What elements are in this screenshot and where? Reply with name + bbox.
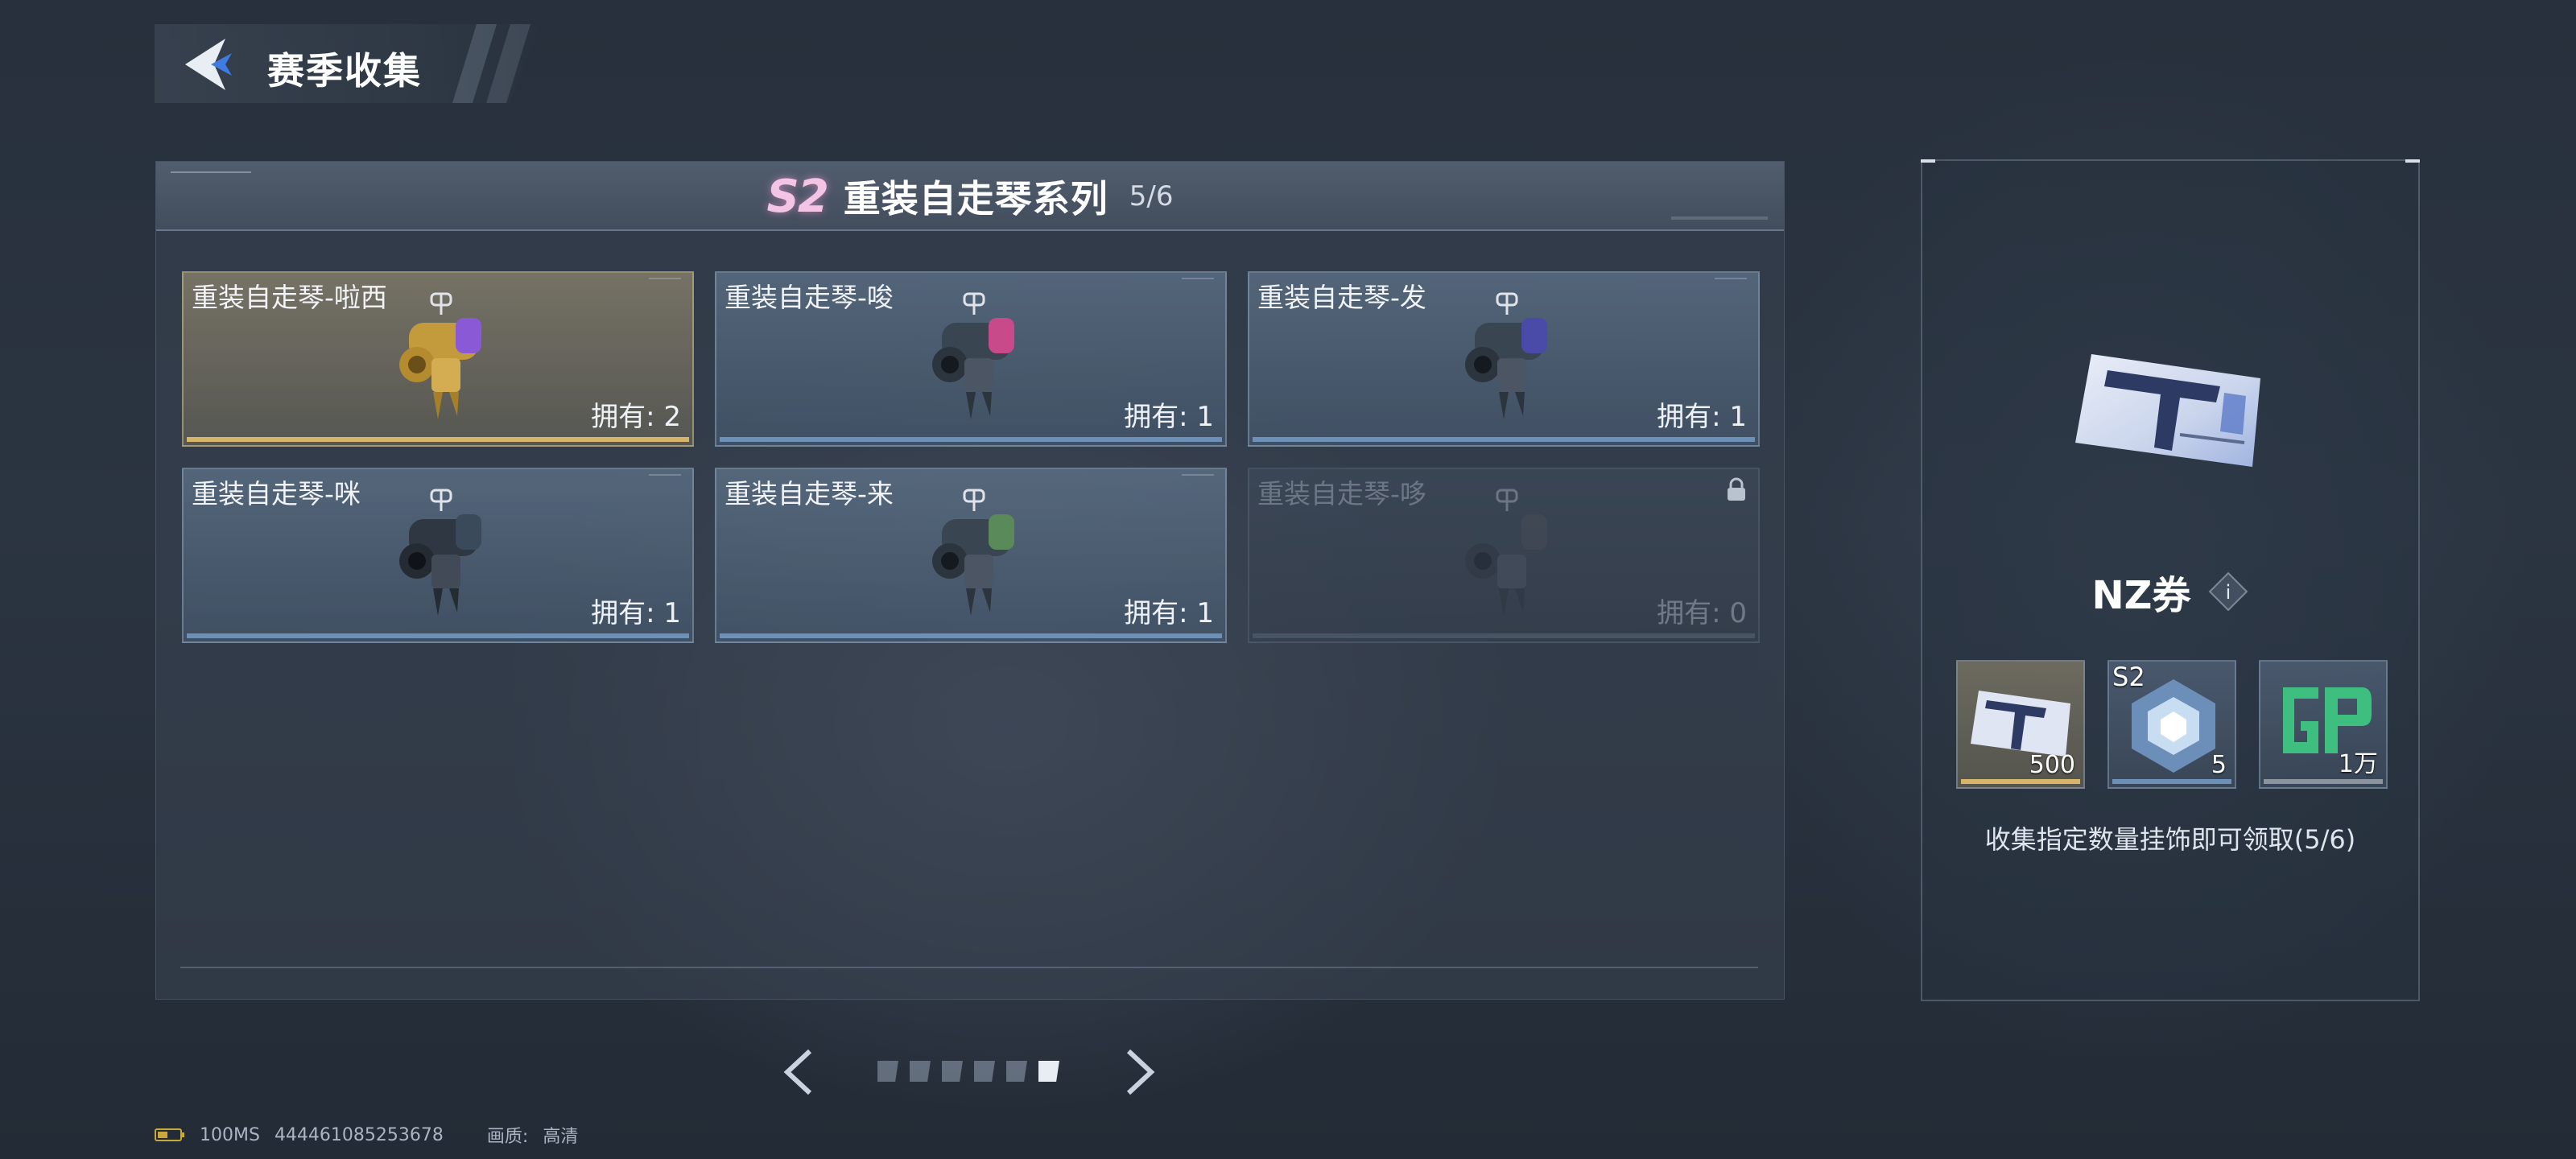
card-name: 重装自走琴-啦西: [192, 282, 387, 313]
lock-icon: [1728, 477, 1745, 501]
reward-quantity: 5: [2211, 751, 2227, 779]
collection-card-locked[interactable]: 重装自走琴-哆 拥有: 0: [1248, 468, 1760, 643]
reward-title-row: NZ券 i: [1922, 563, 2418, 620]
series-progress: 5/6: [1129, 180, 1174, 212]
card-corner-mark: [1182, 278, 1214, 284]
reward-title: NZ券: [2091, 573, 2191, 618]
reward-rarity-bar: [2264, 779, 2383, 784]
player-id: 444461085253678: [274, 1124, 444, 1145]
prev-page-arrow-icon[interactable]: [779, 1046, 818, 1098]
reward-quantity: 1万: [2338, 750, 2378, 778]
season-badge: S2: [766, 170, 828, 223]
battery-icon: [155, 1128, 184, 1141]
robot-charm-icon: [932, 489, 1014, 616]
card-rarity-bar: [1253, 633, 1755, 638]
quality-value: 高清: [543, 1127, 579, 1147]
reward-item[interactable]: S2 5: [2107, 660, 2236, 789]
page-dot[interactable]: [877, 1061, 898, 1082]
robot-charm-icon: [1465, 489, 1547, 616]
robot-charm-icon: [932, 292, 1014, 419]
card-corner-mark: [1715, 278, 1747, 284]
card-count: 拥有: 0: [1657, 597, 1747, 629]
card-rarity-bar: [1253, 437, 1755, 442]
robot-charm-icon: [1465, 292, 1547, 419]
quality-label: 画质:: [486, 1127, 529, 1147]
collection-card[interactable]: 重装自走琴-啦西 拥有: 2: [182, 271, 694, 447]
reward-rarity-bar: [1961, 779, 2080, 784]
card-rarity-bar: [187, 437, 689, 442]
svg-text:i: i: [2226, 581, 2231, 604]
robot-charm-icon: [399, 489, 481, 616]
collection-card[interactable]: 重装自走琴-发 拥有: 1: [1248, 271, 1760, 447]
card-name: 重装自走琴-唆: [724, 282, 894, 313]
card-name: 重装自走琴-发: [1257, 282, 1426, 313]
ping-text: 100MS: [200, 1124, 260, 1145]
card-count: 拥有: 1: [1657, 401, 1747, 433]
info-icon[interactable]: i: [2208, 571, 2248, 612]
card-count: 拥有: 2: [591, 401, 681, 433]
robot-charm-icon: [399, 292, 481, 419]
top-bar: 赛季收集: [155, 24, 541, 103]
next-page-arrow-icon[interactable]: [1121, 1046, 1159, 1098]
card-count: 拥有: 1: [591, 597, 681, 629]
reward-quantity: 500: [2029, 751, 2075, 779]
card-corner-mark: [649, 278, 681, 284]
reward-season-tag: S2: [2112, 662, 2145, 692]
card-count: 拥有: 1: [1124, 597, 1214, 629]
top-bar-stripes-decoration: [452, 24, 530, 103]
page-dot-active[interactable]: [1038, 1061, 1059, 1082]
status-bar: 100MS 444461085253678 画质: 高清: [155, 1122, 578, 1148]
panel-corner-mark: [2405, 159, 2420, 163]
card-name: 重装自走琴-咪: [192, 478, 361, 509]
series-header: S2 重装自走琴系列 5/6: [156, 162, 1784, 231]
back-button[interactable]: [179, 34, 240, 95]
card-count: 拥有: 1: [1124, 401, 1214, 433]
collection-card[interactable]: 重装自走琴-唆 拥有: 1: [715, 271, 1227, 447]
collection-panel: S2 重装自走琴系列 5/6 重装自走琴-啦西 拥有: 2 重装自走琴-唆 拥有…: [155, 161, 1785, 1000]
card-corner-mark: [649, 474, 681, 481]
card-name: 重装自走琴-哆: [1257, 478, 1426, 509]
page-dot[interactable]: [942, 1061, 963, 1082]
series-title: 重装自走琴系列: [843, 177, 1108, 221]
page-dot[interactable]: [910, 1061, 931, 1082]
reward-item[interactable]: 1万: [2259, 660, 2388, 789]
card-name: 重装自走琴-来: [724, 478, 894, 509]
page-dot[interactable]: [974, 1061, 995, 1082]
page-dot[interactable]: [1006, 1061, 1027, 1082]
panel-corner-mark: [1921, 159, 1935, 163]
page-title: 赛季收集: [267, 49, 422, 93]
card-rarity-bar: [720, 437, 1222, 442]
collection-card[interactable]: 重装自走琴-来 拥有: 1: [715, 468, 1227, 643]
collection-card[interactable]: 重装自走琴-咪 拥有: 1: [182, 468, 694, 643]
panel-divider: [180, 967, 1758, 968]
card-rarity-bar: [187, 633, 689, 638]
reward-description: 收集指定数量挂饰即可领取(5/6): [1984, 824, 2356, 855]
reward-panel: NZ券 i 500 S2 5 1万 收集指定数量挂饰即可领取(5/6): [1921, 159, 2420, 1001]
reward-item[interactable]: 500: [1956, 660, 2085, 789]
card-corner-mark: [1182, 474, 1214, 481]
page-indicator: [877, 1061, 1059, 1082]
nz-ticket-icon: [2075, 354, 2260, 467]
card-rarity-bar: [720, 633, 1222, 638]
reward-rarity-bar: [2112, 779, 2231, 784]
reward-items: 500 S2 5 1万: [1956, 660, 2388, 789]
